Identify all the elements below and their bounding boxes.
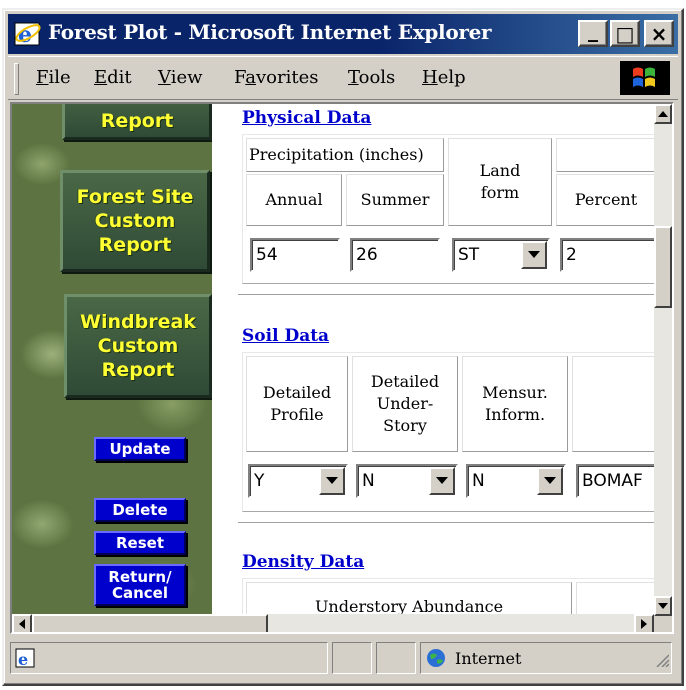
blank-density-header [576,582,654,616]
precipitation-header: Precipitation (inches) [246,138,444,172]
status-bar: e Internet [8,638,678,678]
horizontal-scroll-thumb[interactable] [32,614,268,632]
update-label: Update [109,440,171,458]
main-content: Physical Data Precipitation (inches) Ann… [212,104,654,616]
summer-precip-input[interactable]: 26 [350,238,440,272]
landform-select[interactable]: ST [452,238,550,272]
annual-precip-input[interactable]: 54 [250,238,340,272]
status-zone-pane: Internet [420,642,672,674]
scroll-right-button[interactable] [634,614,654,632]
mensur-inform-select[interactable]: N [466,464,566,498]
detailed-understory-header: Detailed Under- Story [352,356,458,452]
return-cancel-button[interactable]: Return/ Cancel [94,564,186,606]
maximize-button[interactable]: □ [610,20,640,47]
detailed-understory-select[interactable]: N [356,464,458,498]
close-icon: × [650,21,668,46]
scroll-up-button[interactable] [654,104,672,124]
scrollbar-corner [654,616,672,632]
security-zone-label: Internet [455,649,522,668]
svg-text:e: e [18,650,28,669]
landform-header: Land form [448,138,552,226]
detailed-profile-select[interactable]: Y [248,464,348,498]
reset-label: Reset [116,534,164,552]
page-icon: e [15,647,37,673]
status-main-pane: e [10,642,328,674]
scroll-left-button[interactable] [12,614,32,632]
close-button[interactable]: × [644,20,674,47]
detailed-understory-value: N [362,471,375,491]
resize-grip-icon[interactable] [655,652,670,671]
delete-label: Delete [112,501,168,519]
update-button[interactable]: Update [94,437,186,461]
globe-icon [425,647,447,673]
windows-logo-icon [620,61,670,95]
menu-grip-handle[interactable] [14,63,19,95]
soil-data-link[interactable]: Soil Data [242,326,329,346]
mensur-inform-header: Mensur. Inform. [462,356,568,452]
forest-site-report-label: Forest Site Custom Report [76,186,194,256]
chevron-down-icon[interactable] [319,467,345,495]
menu-bar: File Edit View Favorites Tools Help [8,56,678,100]
reset-button[interactable]: Reset [94,531,186,555]
summer-header: Summer [346,174,444,226]
minimize-icon: _ [588,17,598,42]
chevron-down-icon[interactable] [429,467,455,495]
browser-window: e Forest Plot - Microsoft Internet Explo… [2,8,684,686]
windbreak-custom-report-button[interactable]: Windbreak Custom Report [64,294,212,398]
sidebar: Report Forest Site Custom Report Windbre… [12,104,212,632]
horizontal-scrollbar[interactable] [12,614,654,632]
landform-value: ST [458,245,480,265]
vertical-scroll-thumb[interactable] [654,226,672,308]
title-bar[interactable]: e Forest Plot - Microsoft Internet Explo… [8,14,678,54]
understory-abundance-header: Understory Abundance [246,582,572,616]
maximize-icon: □ [615,21,635,46]
delete-button[interactable]: Delete [94,498,186,522]
menu-edit[interactable]: Edit [94,67,132,88]
menu-view[interactable]: View [158,67,203,88]
section-divider [238,522,654,524]
mensur-inform-value: N [472,471,485,491]
window-title: Forest Plot - Microsoft Internet Explore… [48,20,492,44]
section-divider [238,294,654,296]
windbreak-report-label: Windbreak Custom Report [80,311,196,381]
scroll-down-button[interactable] [654,596,672,616]
menu-tools[interactable]: Tools [348,67,395,88]
partial-report-button[interactable]: Report [62,104,212,140]
partial-report-label: Report [100,110,174,132]
soil-fourth-input[interactable]: BOMAF [576,464,654,498]
menu-favorites[interactable]: Favorites [234,67,319,88]
menu-file[interactable]: File [36,67,71,88]
minimize-button[interactable]: _ [578,20,608,47]
page-viewport: Report Forest Site Custom Report Windbre… [10,102,674,634]
blank-header [556,138,654,172]
ie-icon: e [14,20,42,48]
menu-help[interactable]: Help [422,67,466,88]
status-pane-3 [376,642,416,674]
percent-header: Percent [556,174,654,226]
chevron-down-icon[interactable] [537,467,563,495]
density-data-link[interactable]: Density Data [242,552,364,572]
forest-site-custom-report-button[interactable]: Forest Site Custom Report [60,170,210,272]
blank-soil-header [572,356,654,452]
annual-header: Annual [246,174,342,226]
detailed-profile-header: Detailed Profile [246,356,348,452]
physical-data-link[interactable]: Physical Data [242,108,371,128]
chevron-down-icon[interactable] [521,241,547,269]
detailed-profile-value: Y [254,471,265,491]
vertical-scrollbar[interactable] [654,104,672,616]
return-cancel-label: Return/ Cancel [108,568,172,602]
percent-input[interactable]: 2 [560,238,654,272]
status-pane-2 [332,642,372,674]
